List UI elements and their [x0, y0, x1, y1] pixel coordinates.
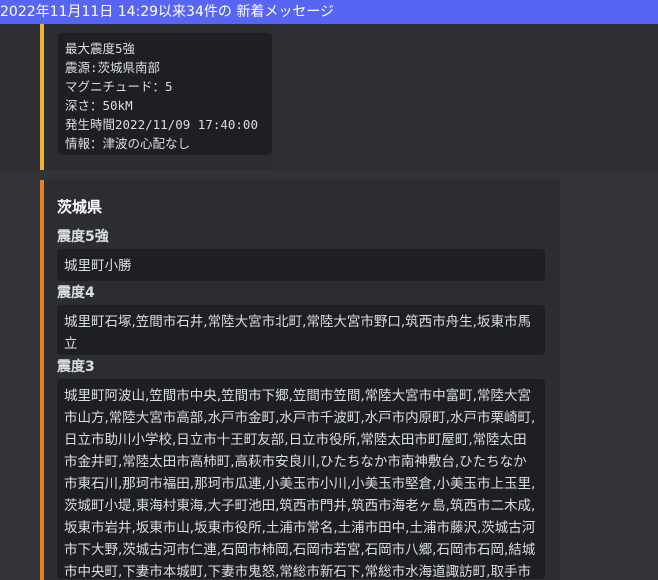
summary-line: 深さ：50kM — [65, 98, 133, 113]
summary-line: 情報：津波の心配なし — [65, 136, 191, 151]
summary-line: 発生時間2022/11/09 17:40:00 — [65, 117, 258, 132]
intensity-locations: 城里町小勝 — [57, 249, 545, 281]
new-messages-banner[interactable]: 2022年11月11日 14:29以来34件の 新着メッセージ — [0, 0, 658, 24]
summary-line: マグニチュード：5 — [65, 79, 173, 94]
intensity-label: 震度4 — [57, 285, 95, 301]
summary-line: 最大震度5強 — [65, 41, 136, 56]
new-messages-text: 2022年11月11日 14:29以来34件の 新着メッセージ — [0, 4, 335, 20]
intensity-label: 震度3 — [57, 359, 95, 375]
intensity-locations: 城里町阿波山,笠間市中央,笠間市下郷,笠間市笠間,常陸大宮市中富町,常陸大宮市山… — [57, 379, 545, 579]
summary-line: 震源:茨城県南部 — [65, 60, 161, 75]
intensity-locations: 城里町石塚,笠間市石井,常陸大宮市北町,常陸大宮市野口,筑西市舟生,坂東市馬立 — [57, 305, 545, 355]
intensity-label: 震度5強 — [57, 229, 109, 245]
earthquake-summary-codeblock: 最大震度5強 震源:茨城県南部 マグニチュード：5 深さ：50kM 発生時間20… — [58, 33, 272, 155]
embed-title: 茨城県 — [57, 198, 103, 216]
